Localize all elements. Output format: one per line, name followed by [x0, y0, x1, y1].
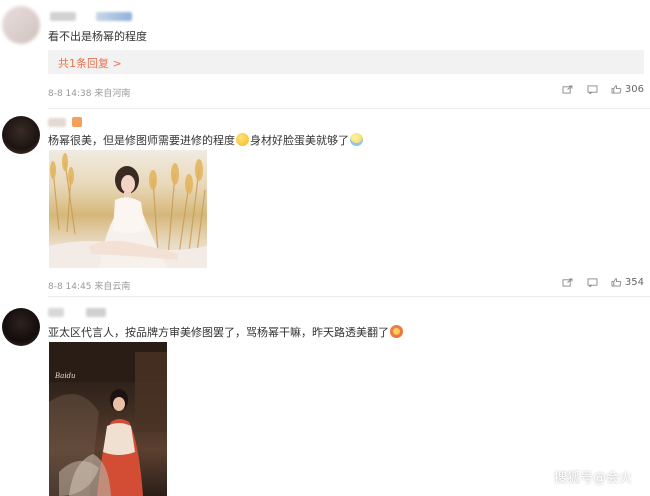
username-blurred	[86, 308, 106, 317]
heart-eyes-emoji-icon	[390, 325, 403, 338]
username-blurred[interactable]	[50, 12, 76, 21]
like-icon	[611, 277, 622, 287]
comment-photo[interactable]: Baidu	[49, 342, 167, 496]
reply-box: 共1条回复 >	[48, 50, 644, 74]
comment-3: 亚太区代言人，按品牌方审美修图罢了，骂杨幂干嘛，昨天路透美翻了 Baidu 搜狐…	[0, 296, 650, 496]
reply-link[interactable]: 共1条回复 >	[58, 55, 122, 71]
comment-actions: 306	[562, 84, 644, 95]
avatar[interactable]	[2, 116, 40, 154]
comment-source: 来自河南	[94, 89, 131, 99]
comment-time: 8-8 14:45	[48, 282, 92, 292]
username-blurred[interactable]	[48, 308, 64, 317]
like-icon	[611, 84, 622, 94]
crying-emoji-icon	[350, 133, 363, 146]
comment-text: 亚太区代言人，按品牌方审美修图罢了，骂杨幂干嘛，昨天路透美翻了	[48, 324, 404, 340]
svg-text:Baidu: Baidu	[54, 372, 76, 380]
watermark: 搜狐号@会火	[553, 471, 632, 486]
like-button[interactable]: 306	[611, 84, 644, 95]
like-count: 306	[624, 84, 644, 95]
avatar[interactable]	[2, 308, 40, 346]
grinning-emoji-icon	[236, 133, 249, 146]
share-icon[interactable]	[562, 84, 576, 95]
comment-source: 来自云南	[94, 282, 131, 292]
comment-icon[interactable]	[587, 277, 601, 288]
comment-meta: 8-8 14:38 来自河南	[48, 86, 130, 99]
username-blurred	[72, 117, 82, 127]
comment-photo[interactable]	[49, 150, 207, 268]
like-count: 354	[624, 277, 644, 288]
comment-text: 杨幂很美，但是修图师需要进修的程度 身材好脸蛋美就够了	[48, 132, 364, 148]
comment-text: 看不出是杨幂的程度	[48, 30, 147, 43]
like-button[interactable]: 354	[611, 277, 644, 288]
username-blurred	[96, 12, 132, 21]
username-blurred[interactable]	[48, 118, 66, 127]
comment-2: 杨幂很美，但是修图师需要进修的程度 身材好脸蛋美就够了 8-8 14:45 来自…	[0, 108, 650, 296]
comment-time: 8-8 14:38	[48, 89, 92, 99]
comment-icon[interactable]	[587, 84, 601, 95]
comment-meta: 8-8 14:45 来自云南	[48, 279, 130, 292]
avatar[interactable]	[2, 6, 40, 44]
comment-1: 看不出是杨幂的程度 共1条回复 > 8-8 14:38 来自河南 306	[0, 0, 650, 108]
share-icon[interactable]	[562, 277, 576, 288]
comment-actions: 354	[562, 277, 644, 288]
